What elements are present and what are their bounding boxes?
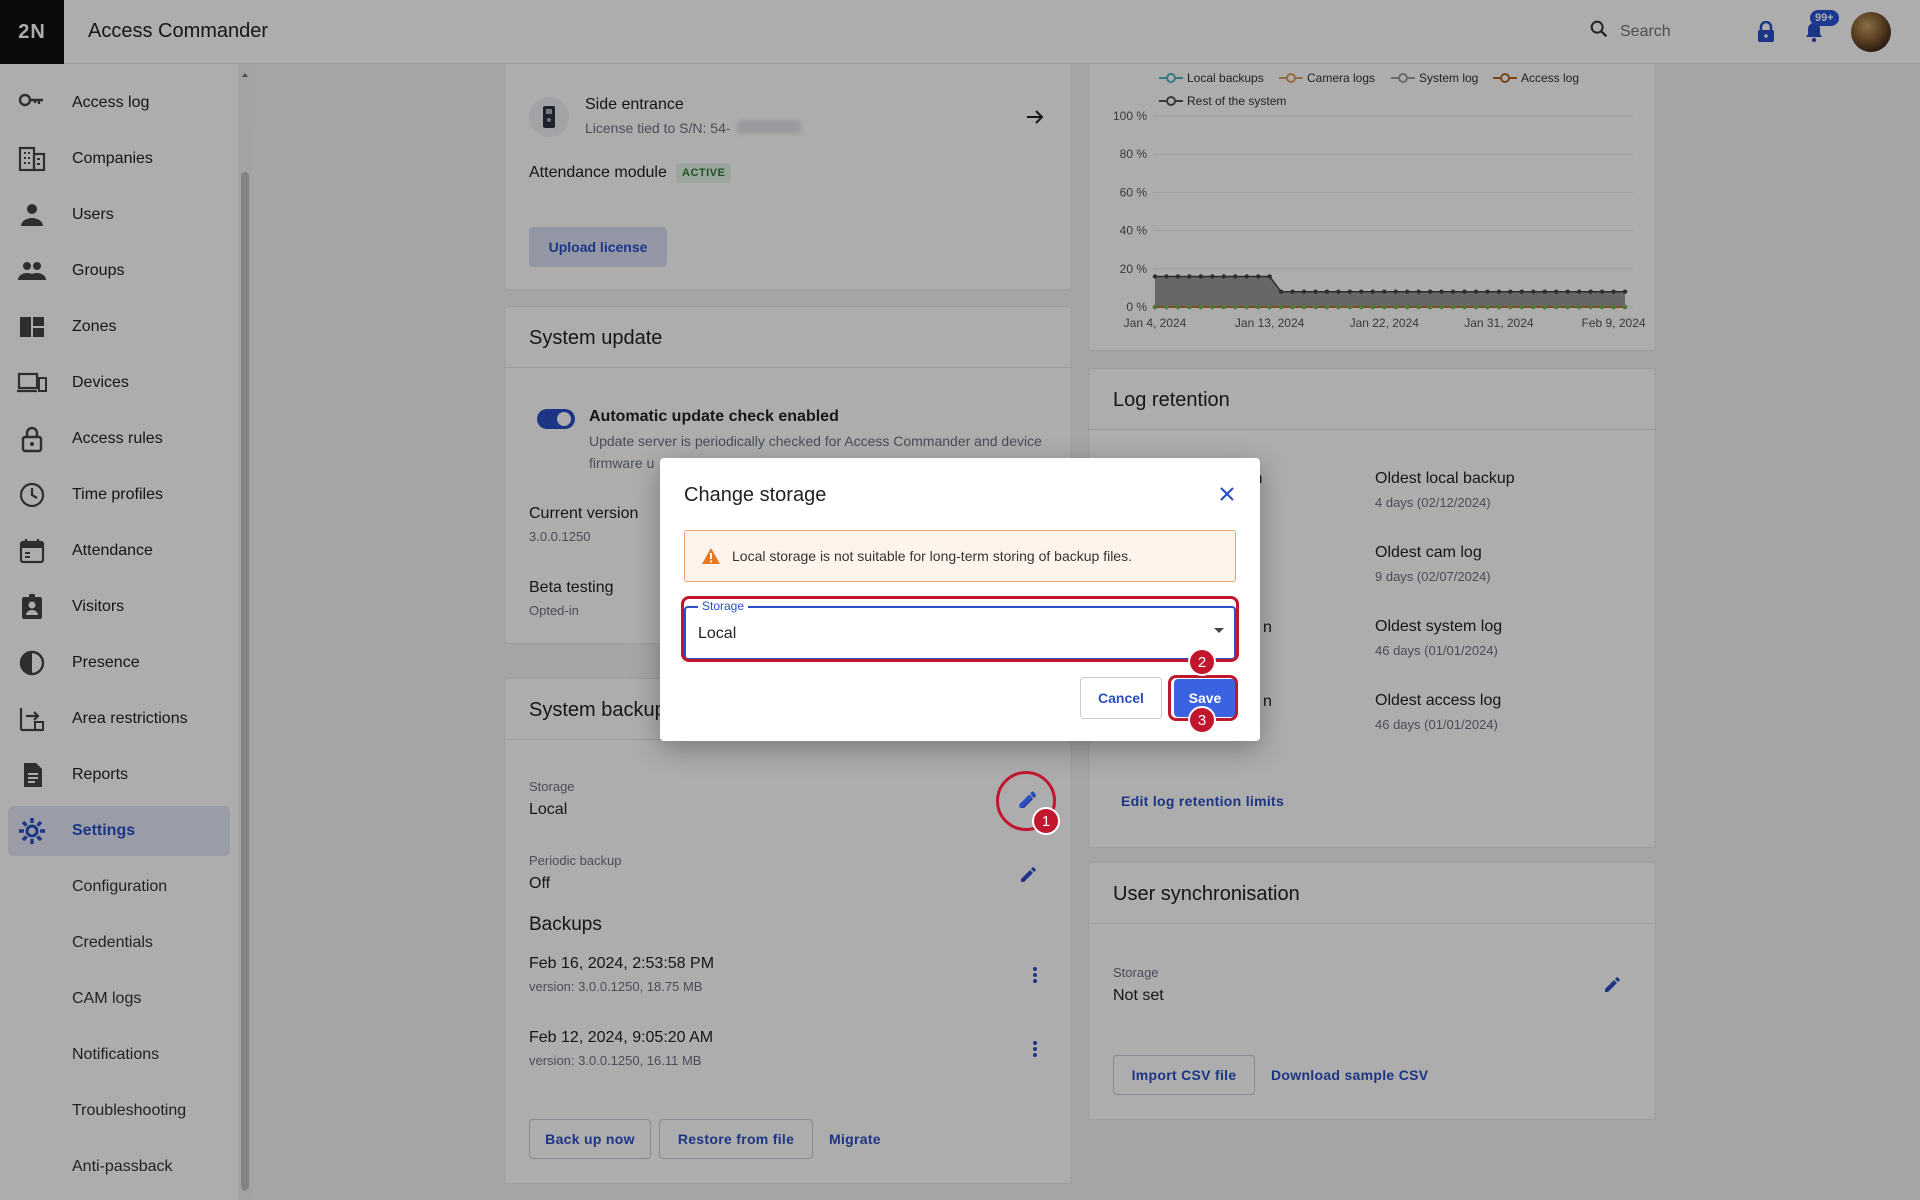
cancel-button[interactable]: Cancel (1080, 677, 1162, 719)
warning-icon (702, 548, 720, 564)
step-marker-1: 1 (1032, 807, 1060, 835)
close-icon (1220, 487, 1234, 501)
step-highlight (681, 596, 1239, 662)
alert-text: Local storage is not suitable for long-t… (732, 548, 1132, 564)
close-button[interactable] (1215, 482, 1239, 506)
warning-alert: Local storage is not suitable for long-t… (684, 530, 1236, 582)
step-marker-2: 2 (1188, 648, 1216, 676)
dialog-title: Change storage (684, 484, 827, 506)
step-marker-3: 3 (1188, 706, 1216, 734)
